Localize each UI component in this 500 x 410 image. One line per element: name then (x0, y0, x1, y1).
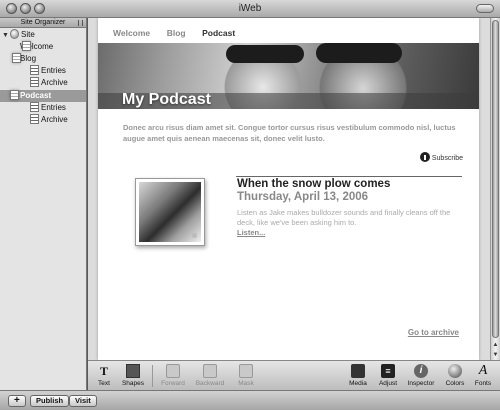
media-button[interactable]: Media (346, 364, 370, 387)
divider (236, 176, 462, 177)
goggles-icon (316, 43, 402, 63)
shapes-button[interactable]: Shapes (119, 364, 147, 387)
window-titlebar: iWeb (0, 0, 500, 18)
window-title: iWeb (238, 3, 262, 14)
sidebar-item-welcome[interactable]: Welcome (12, 41, 86, 53)
sidebar-item-podcast-entries[interactable]: Entries (22, 102, 86, 114)
backward-button[interactable]: Backward (193, 364, 227, 387)
web-page[interactable]: Welcome Blog Podcast My Podcast Donec ar… (98, 18, 479, 360)
nav-link-welcome[interactable]: Welcome (113, 28, 150, 38)
banner-photo[interactable]: My Podcast (98, 43, 479, 109)
media-button-label: Media (349, 380, 367, 387)
publish-button[interactable]: Publish (30, 395, 70, 407)
listen-link[interactable]: Listen... (237, 228, 265, 237)
list-icon (30, 102, 39, 112)
sidebar-item-podcast[interactable]: ▼Podcast (0, 90, 86, 102)
sidebar-item-label: Archive (41, 115, 68, 124)
sidebar-title: Site Organizer (20, 19, 66, 26)
fonts-icon: A (478, 363, 488, 378)
sidebar-item-blog-entries[interactable]: Entries (22, 65, 86, 77)
subscribe-link[interactable]: Subscribe (419, 152, 463, 162)
scroll-arrows-icon[interactable]: ▲ ▼ (491, 340, 500, 360)
page-navbar: Welcome Blog Podcast (113, 28, 249, 38)
bring-forward-icon (166, 364, 180, 378)
globe-icon (10, 29, 19, 39)
nav-link-blog[interactable]: Blog (167, 28, 186, 38)
mask-button-label: Mask (238, 380, 254, 387)
adjust-icon: ≡ (381, 364, 395, 378)
color-wheel-icon (448, 364, 462, 378)
backward-button-label: Backward (195, 380, 225, 387)
sidebar-item-blog[interactable]: ▼Blog (2, 53, 86, 65)
send-backward-icon (203, 364, 217, 378)
mask-icon (239, 364, 253, 378)
list-icon (30, 114, 39, 124)
adjust-button[interactable]: ≡ Adjust (375, 364, 401, 387)
inspector-button-label: Inspector (407, 380, 435, 387)
colors-button[interactable]: Colors (442, 364, 468, 387)
go-to-archive-link[interactable]: Go to archive (408, 328, 459, 337)
shapes-button-label: Shapes (121, 380, 145, 387)
visit-button[interactable]: Visit (69, 395, 97, 407)
entry-thumbnail[interactable] (135, 178, 205, 246)
entry-title[interactable]: When the snow plow comes (237, 178, 390, 190)
shapes-icon (126, 364, 140, 378)
intro-text[interactable]: Donec arcu risus diam amet sit. Congue t… (123, 122, 463, 144)
window-bottom-bar: + Publish Visit (0, 390, 500, 410)
info-icon: i (414, 364, 428, 378)
adjust-button-label: Adjust (378, 380, 398, 387)
scrollbar-thumb[interactable] (492, 20, 499, 338)
mask-button[interactable]: Mask (234, 364, 258, 387)
add-page-button[interactable]: + (8, 395, 26, 407)
list-icon (30, 77, 39, 87)
sidebar-item-label: Entries (41, 103, 66, 112)
page-icon (10, 90, 19, 100)
subscribe-label: Subscribe (431, 155, 463, 162)
disclosure-triangle-icon[interactable]: ▼ (2, 30, 10, 42)
nav-link-podcast[interactable]: Podcast (202, 28, 235, 38)
page-canvas[interactable]: Welcome Blog Podcast My Podcast Donec ar… (88, 18, 490, 360)
fonts-button[interactable]: A Fonts (471, 363, 495, 388)
fonts-button-label: Fonts (474, 380, 492, 387)
media-icon (351, 364, 365, 378)
sidebar-item-site[interactable]: ▼ Site (2, 29, 86, 41)
list-icon (30, 65, 39, 75)
podcast-icon (419, 152, 430, 162)
forward-button-label: Forward (161, 380, 185, 387)
site-organizer: Site Organizer ▼ Site Welcome ▼Blog Entri… (0, 18, 87, 390)
vertical-scrollbar[interactable]: ▲ ▼ (490, 18, 500, 360)
sidebar-item-label: Archive (41, 78, 68, 87)
text-icon: T (99, 364, 108, 378)
toolbar-separator (152, 365, 153, 387)
text-button-label: Text (98, 380, 110, 387)
colors-button-label: Colors (445, 380, 465, 387)
sidebar-item-label: Blog (20, 54, 37, 63)
sidebar-item-label: Entries (41, 66, 66, 75)
page-icon (12, 53, 21, 63)
goggles-icon (226, 45, 304, 63)
forward-button[interactable]: Forward (158, 364, 188, 387)
inspector-button[interactable]: i Inspector (404, 364, 438, 387)
sidebar-grip-icon[interactable] (78, 20, 83, 26)
entry-date[interactable]: Thursday, April 13, 2006 (237, 191, 368, 203)
page-title[interactable]: My Podcast (122, 91, 211, 109)
sidebar-header: Site Organizer (0, 18, 86, 28)
text-button[interactable]: T Text (94, 364, 114, 387)
bottom-toolbar: T Text Shapes Forward Backward Mask Medi… (88, 360, 500, 390)
entry-body[interactable]: Listen as Jake makes bulldozer sounds an… (237, 208, 467, 228)
sidebar-item-podcast-archive[interactable]: Archive (22, 114, 86, 126)
sidebar-item-label: Site (21, 30, 35, 39)
toolbar-toggle-button[interactable] (476, 4, 494, 13)
sidebar-item-blog-archive[interactable]: Archive (22, 77, 86, 89)
page-icon (22, 41, 31, 51)
sidebar-item-label: Podcast (20, 91, 52, 100)
entry-photo (139, 182, 201, 242)
